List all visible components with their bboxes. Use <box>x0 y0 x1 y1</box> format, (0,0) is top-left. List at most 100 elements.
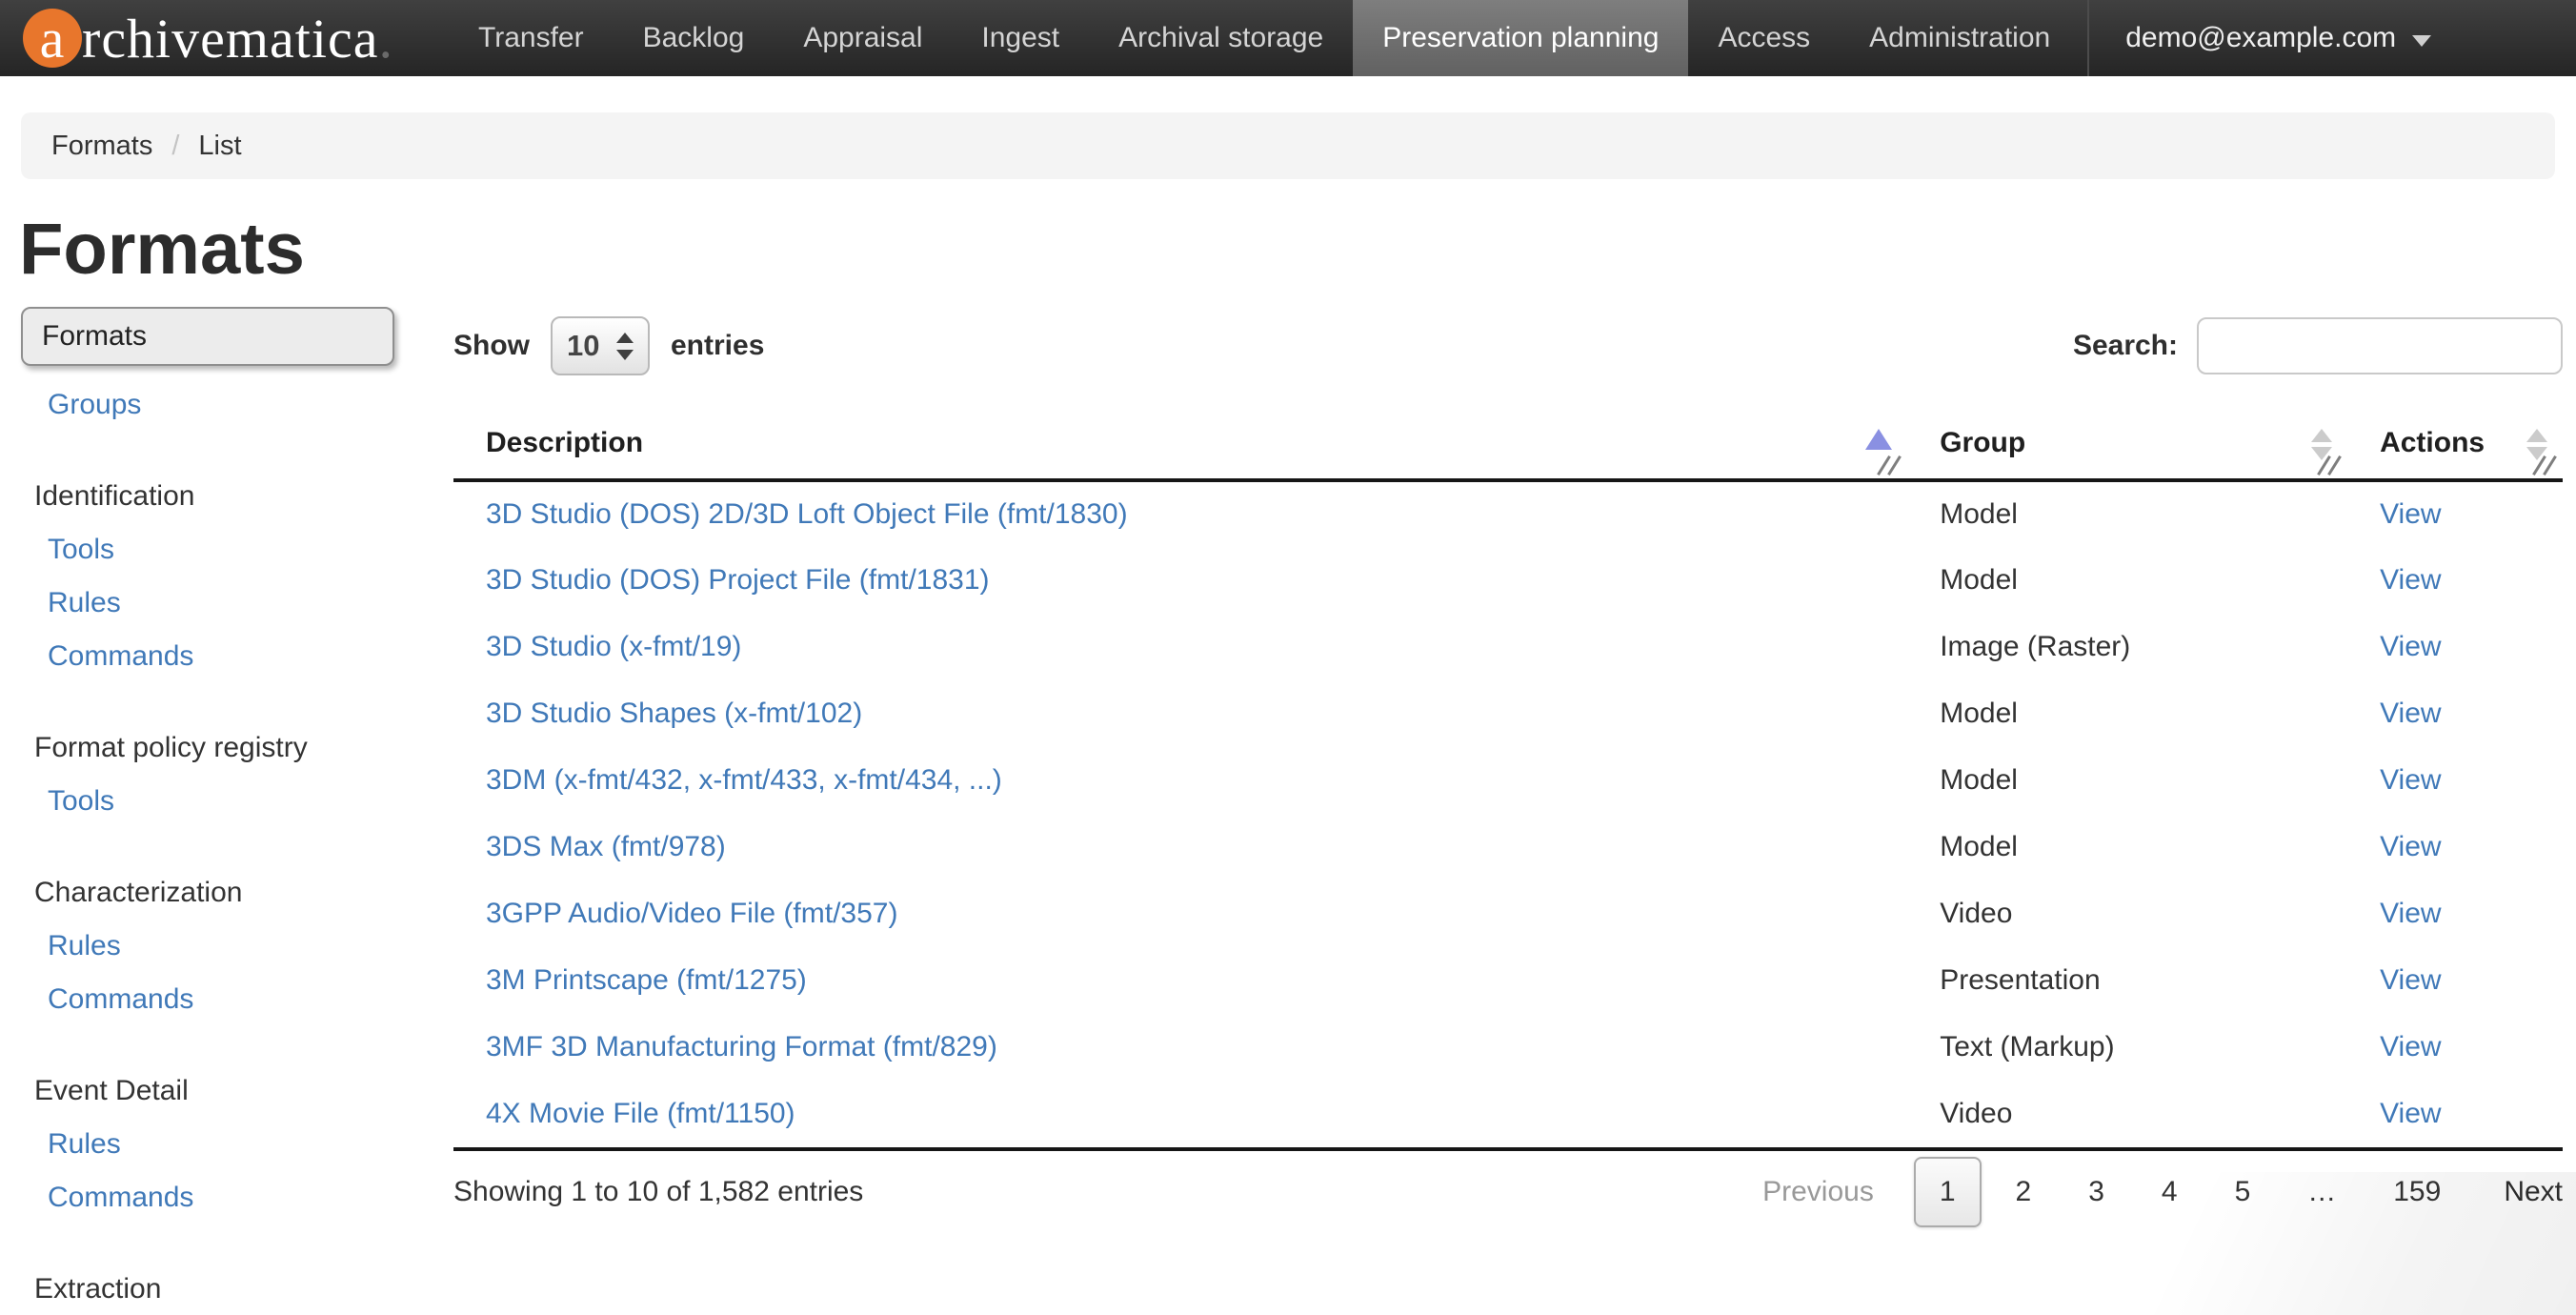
view-link[interactable]: View <box>2380 898 2441 929</box>
format-description-link[interactable]: 3M Printscape (fmt/1275) <box>486 964 807 996</box>
format-description-link[interactable]: 3D Studio (DOS) 2D/3D Loft Object File (… <box>486 498 1128 530</box>
table-row: 3DM (x-fmt/432, x-fmt/433, x-fmt/434, ..… <box>453 747 2563 814</box>
user-menu[interactable]: demo@example.com <box>2087 0 2467 76</box>
format-description-link[interactable]: 3D Studio Shapes (x-fmt/102) <box>486 698 862 729</box>
table-row: 3DS Max (fmt/978) Model View <box>453 814 2563 880</box>
breadcrumb-item-formats[interactable]: Formats <box>51 131 152 162</box>
breadcrumb-item-list: List <box>198 131 241 162</box>
sidebar-section-header: Identification <box>34 480 412 513</box>
format-description-link[interactable]: 3D Studio (DOS) Project File (fmt/1831) <box>486 564 990 596</box>
sidebar-section-extraction: ExtractionRulesCommands <box>21 1273 412 1315</box>
view-link[interactable]: View <box>2380 1098 2441 1129</box>
sort-ascending-icon[interactable] <box>1865 429 1892 450</box>
sidebar-link-characterization-rules[interactable]: Rules <box>48 930 121 962</box>
view-link[interactable]: View <box>2380 631 2441 662</box>
format-group-cell: Image (Raster) <box>1907 614 2347 680</box>
sidebar-section-header: Event Detail <box>34 1075 412 1107</box>
nav-menu: TransferBacklogAppraisalIngestArchival s… <box>449 0 2080 76</box>
format-description-link[interactable]: 4X Movie File (fmt/1150) <box>486 1098 795 1129</box>
format-group-cell: Model <box>1907 747 2347 814</box>
main-content: Show 10 entries Search: Description Grou… <box>453 314 2563 1233</box>
sidebar-section-identification: Identification Tools Rules Commands <box>21 480 412 673</box>
view-link[interactable]: View <box>2380 1031 2441 1062</box>
sidebar-link-format-policy-registry-tools[interactable]: Tools <box>48 785 114 818</box>
search-label: Search: <box>2073 330 2178 362</box>
pagination-page-1[interactable]: 1 <box>1914 1157 1982 1227</box>
sidebar-section-formats: Groups <box>21 389 412 421</box>
nav-item-backlog[interactable]: Backlog <box>614 0 775 76</box>
format-description-link[interactable]: 3D Studio (x-fmt/19) <box>486 631 741 662</box>
corner-overlay-shape <box>2023 1172 2576 1315</box>
breadcrumb: Formats / List <box>21 112 2555 179</box>
format-group-cell: Model <box>1907 680 2347 747</box>
view-link[interactable]: View <box>2380 964 2441 996</box>
table-controls: Show 10 entries Search: <box>453 314 2563 377</box>
column-header-group[interactable]: Group <box>1907 412 2347 480</box>
archivematica-logo[interactable]: archivematica. <box>0 0 449 76</box>
sidebar-section-header: Characterization <box>34 877 412 909</box>
format-description-link[interactable]: 3DS Max (fmt/978) <box>486 831 726 862</box>
sidebar-link-event-detail-commands[interactable]: Commands <box>48 1182 193 1214</box>
format-group-cell: Text (Markup) <box>1907 1014 2347 1081</box>
sidebar-section-characterization: Characterization Rules Commands <box>21 877 412 1016</box>
page-size-select[interactable]: 10 <box>551 316 650 375</box>
sidebar-link-identification-commands[interactable]: Commands <box>48 640 193 673</box>
sidebar-link-event-detail-rules[interactable]: Rules <box>48 1128 121 1161</box>
sidebar-sections: Groups Identification Tools Rules Commands Fo… <box>21 389 412 1315</box>
logo-a-icon: a <box>23 9 82 68</box>
sidebar-link-identification-rules[interactable]: Rules <box>48 587 121 619</box>
table-row: 3M Printscape (fmt/1275) Presentation View <box>453 947 2563 1014</box>
logo-dot: . <box>379 7 394 71</box>
table-row: 3MF 3D Manufacturing Format (fmt/829) Tex… <box>453 1014 2563 1081</box>
logo-rest: rchivematica <box>82 7 379 71</box>
nav-item-administration[interactable]: Administration <box>1840 0 2080 76</box>
format-group-cell: Model <box>1907 814 2347 880</box>
sidebar-link-characterization-commands[interactable]: Commands <box>48 983 193 1016</box>
column-resize-handle[interactable] <box>2534 455 2559 476</box>
nav-item-preservation-planning[interactable]: Preservation planning <box>1353 0 1688 76</box>
sidebar-section-format-policy-registry: Format policy registryTools <box>21 732 412 818</box>
user-email: demo@example.com <box>2125 22 2396 54</box>
chevron-down-icon <box>2412 35 2431 47</box>
search-input[interactable] <box>2197 317 2563 374</box>
show-label: Show <box>453 330 530 362</box>
format-description-link[interactable]: 3GPP Audio/Video File (fmt/357) <box>486 898 897 929</box>
entries-summary: Showing 1 to 10 of 1,582 entries <box>453 1176 863 1208</box>
page-title: Formats <box>19 208 305 291</box>
format-group-cell: Model <box>1907 480 2347 547</box>
page-size-value: 10 <box>567 329 599 363</box>
table-row: 4X Movie File (fmt/1150)VideoView <box>453 1081 2563 1147</box>
column-header-description[interactable]: Description <box>453 412 1907 480</box>
nav-item-transfer[interactable]: Transfer <box>449 0 614 76</box>
table-row: 3D Studio (DOS) Project File (fmt/1831) M… <box>453 547 2563 614</box>
view-link[interactable]: View <box>2380 831 2441 862</box>
sidebar-item-formats-active[interactable]: Formats <box>21 307 394 366</box>
column-header-actions[interactable]: Actions <box>2347 412 2563 480</box>
pagination-previous[interactable]: Previous <box>1728 1176 1908 1208</box>
column-resize-handle[interactable] <box>2319 455 2344 476</box>
table-row: 3GPP Audio/Video File (fmt/357)VideoView <box>453 880 2563 947</box>
logo-text: archivematica. <box>23 7 393 71</box>
sidebar-link-identification-tools[interactable]: Tools <box>48 534 114 566</box>
view-link[interactable]: View <box>2380 698 2441 729</box>
format-description-link[interactable]: 3MF 3D Manufacturing Format (fmt/829) <box>486 1031 997 1062</box>
sidebar-section-event-detail: Event Detail Rules Commands <box>21 1075 412 1214</box>
view-link[interactable]: View <box>2380 764 2441 796</box>
format-group-cell: Model <box>1907 547 2347 614</box>
pagination-page-2[interactable]: 2 <box>1987 1176 2061 1208</box>
nav-item-archival-storage[interactable]: Archival storage <box>1089 0 1353 76</box>
column-resize-handle[interactable] <box>1879 455 1903 476</box>
table-row: 3D Studio (DOS) 2D/3D Loft Object File (… <box>453 480 2563 547</box>
sidebar: Formats Groups Identification Tools Rules Co… <box>21 307 412 1315</box>
nav-item-access[interactable]: Access <box>1688 0 1840 76</box>
view-link[interactable]: View <box>2380 564 2441 596</box>
table-row: 3D Studio (x-fmt/19) Image (Raster) View <box>453 614 2563 680</box>
nav-item-ingest[interactable]: Ingest <box>952 0 1089 76</box>
format-description-link[interactable]: 3DM (x-fmt/432, x-fmt/433, x-fmt/434, ..… <box>486 764 1002 796</box>
view-link[interactable]: View <box>2380 498 2441 530</box>
breadcrumb-separator: / <box>171 131 179 162</box>
nav-item-appraisal[interactable]: Appraisal <box>774 0 952 76</box>
formats-table: Description Group Actions <box>453 412 2563 1147</box>
format-group-cell: Presentation <box>1907 947 2347 1014</box>
sidebar-link-formats-groups[interactable]: Groups <box>48 389 141 421</box>
